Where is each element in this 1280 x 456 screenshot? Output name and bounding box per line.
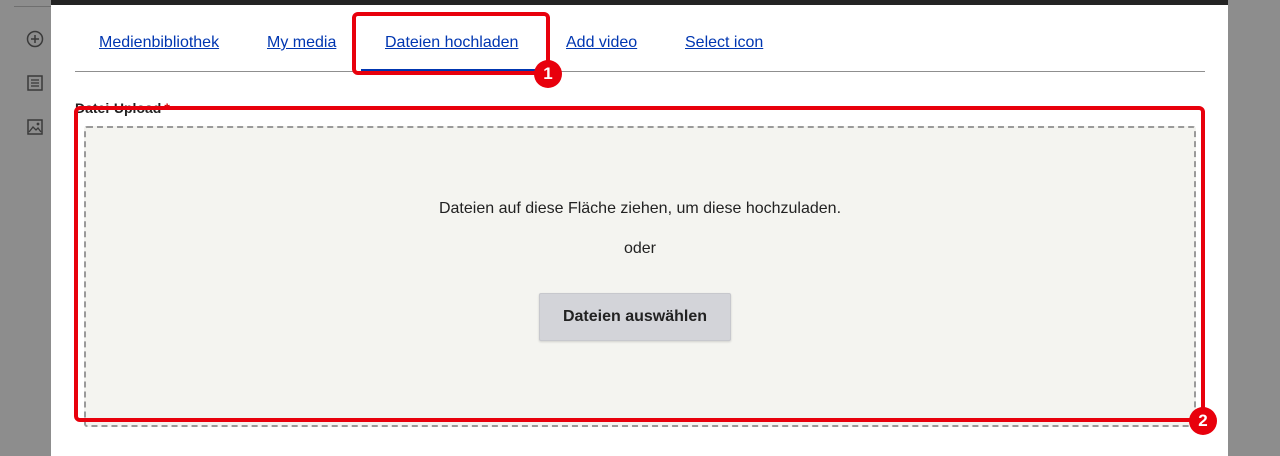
plus-circle-icon [26,30,44,48]
dialog-top-bar [51,0,1228,5]
annotation-box-1 [352,12,550,75]
tab-my-media[interactable]: My media [267,13,336,71]
annotation-box-2 [74,106,1205,422]
background-divider [14,0,51,7]
annotation-badge-1: 1 [534,60,562,88]
media-tabs: Medienbibliothek My media Dateien hochla… [75,13,1205,72]
tab-select-icon[interactable]: Select icon [685,13,763,71]
background-sidebar [0,0,51,456]
image-icon [27,119,43,135]
background-right-panel [1228,0,1280,456]
tab-add-video[interactable]: Add video [566,13,637,71]
annotation-badge-2: 2 [1189,407,1217,435]
tab-medienbibliothek[interactable]: Medienbibliothek [99,13,219,71]
text-document-icon [27,75,43,91]
